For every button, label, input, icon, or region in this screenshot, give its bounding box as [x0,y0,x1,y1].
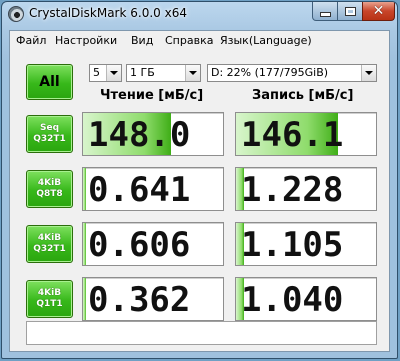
drive-value: D: 22% (177/795GiB) [211,66,329,79]
test-label-line2: Q32T1 [33,134,66,144]
minimize-icon [319,12,331,17]
chevron-down-icon [361,65,376,81]
write-result-1: 146.1 [235,112,377,156]
read-bar-fill [83,168,86,210]
read-bar-fill [83,278,86,320]
test-label-line1: 4KiB [37,288,62,298]
main-panel: Файл Настройки Вид Справка Язык(Language… [9,30,390,352]
run-all-label: All [39,74,60,90]
write-value: 146.1 [241,115,344,155]
read-result-4: 0.362 [82,277,224,321]
test-size-value: 1 ГБ [130,66,155,79]
window-title: CrystalDiskMark 6.0.0 x64 [29,6,187,20]
write-header: Запись [мБ/с] [252,88,354,103]
read-result-3: 0.606 [82,222,224,266]
menu-settings[interactable]: Настройки [55,34,117,47]
test-button-4[interactable]: 4KiB Q1T1 [26,280,73,318]
test-button-3[interactable]: 4KiB Q32T1 [26,225,73,263]
read-result-1: 148.0 [82,112,224,156]
disk-icon [8,6,24,22]
test-label-line2: Q8T8 [36,189,63,199]
read-header: Чтение [мБ/с] [100,88,204,103]
read-value: 148.0 [88,115,191,155]
chevron-down-icon [185,65,200,81]
test-label-line1: 4KiB [37,233,62,243]
read-result-2: 0.641 [82,167,224,211]
test-size-select[interactable]: 1 ГБ [126,64,201,82]
title-bar[interactable]: CrystalDiskMark 6.0.0 x64 ✕ [2,2,397,26]
maximize-button[interactable] [337,2,363,21]
test-label-line2: Q32T1 [33,244,66,254]
test-label-line1: Seq [39,123,60,133]
write-result-3: 1.105 [235,222,377,266]
write-value: 1.105 [241,225,344,265]
test-count-select[interactable]: 5 [89,64,122,82]
test-button-1[interactable]: Seq Q32T1 [26,115,73,153]
menu-bar: Файл Настройки Вид Справка Язык(Language… [10,31,389,50]
minimize-button[interactable] [312,2,338,21]
write-result-4: 1.040 [235,277,377,321]
write-value: 1.228 [241,170,344,210]
test-count-value: 5 [93,66,100,79]
read-value: 0.606 [88,225,191,265]
close-icon: ✕ [372,3,385,19]
comment-field[interactable] [26,321,377,345]
chevron-down-icon [106,65,121,81]
menu-language[interactable]: Язык(Language) [220,34,312,47]
test-button-2[interactable]: 4KiB Q8T8 [26,170,73,208]
maximize-icon [344,6,356,16]
menu-help[interactable]: Справка [165,34,213,47]
drive-select[interactable]: D: 22% (177/795GiB) [207,64,377,82]
menu-view[interactable]: Вид [131,34,153,47]
run-all-button[interactable]: All [26,64,73,100]
menu-file[interactable]: Файл [16,34,46,47]
app-window: CrystalDiskMark 6.0.0 x64 ✕ Файл Настрой… [1,1,398,359]
test-label-line1: 4KiB [37,178,62,188]
read-value: 0.362 [88,280,191,320]
write-result-2: 1.228 [235,167,377,211]
close-button[interactable]: ✕ [362,2,395,21]
test-label-line2: Q1T1 [36,299,63,309]
read-value: 0.641 [88,170,191,210]
write-value: 1.040 [241,280,344,320]
read-bar-fill [83,223,86,265]
